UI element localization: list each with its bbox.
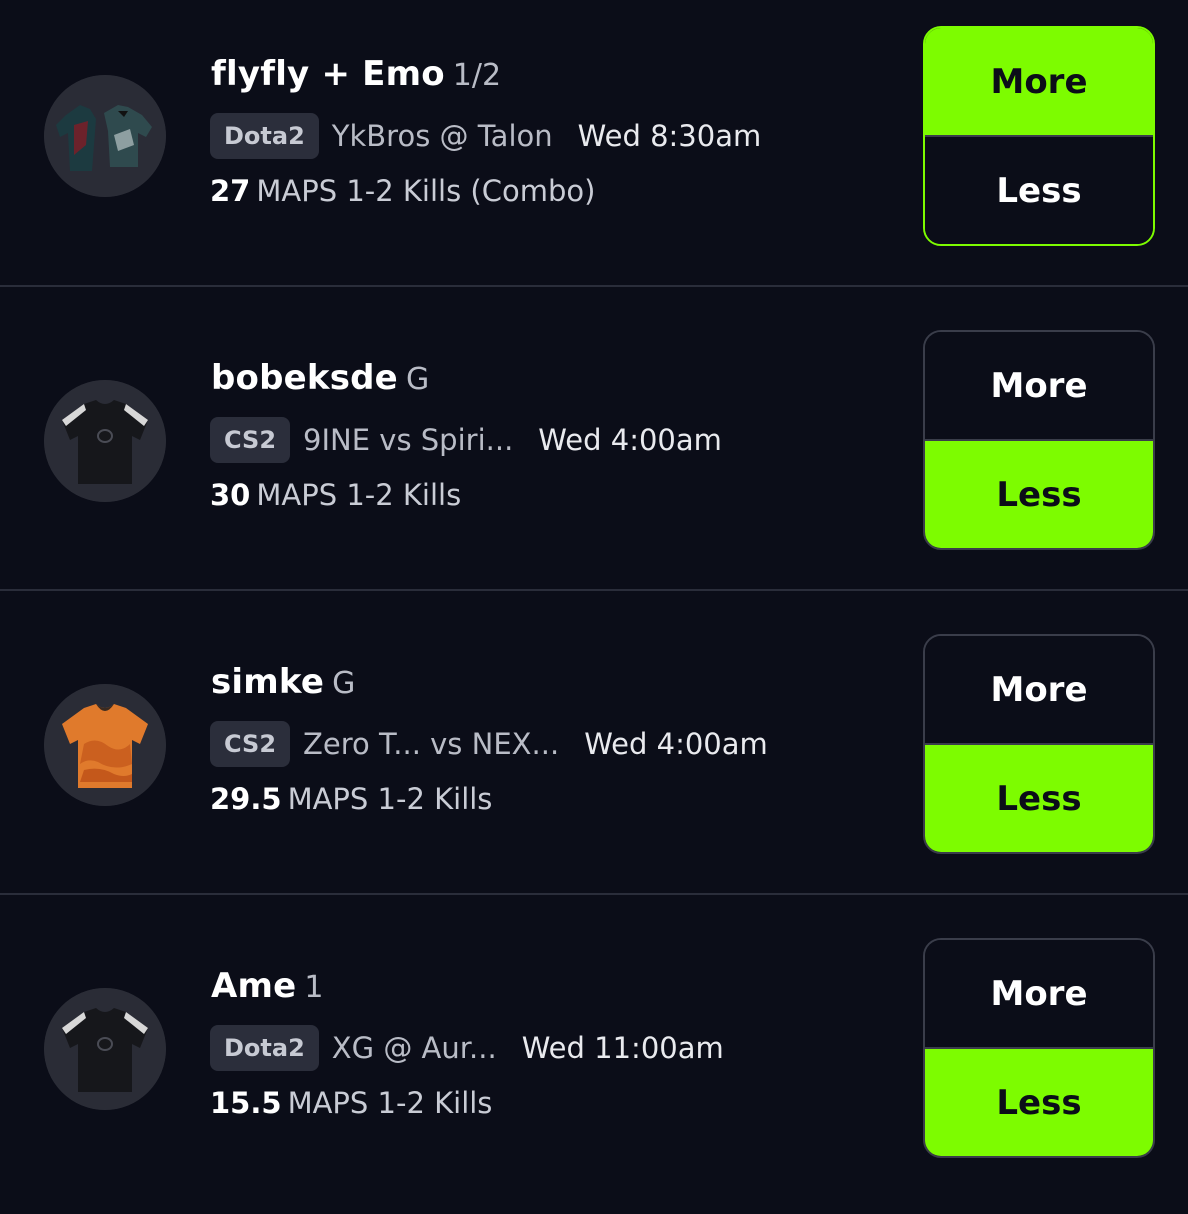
row-divider [0, 589, 1188, 591]
less-button[interactable]: Less [925, 441, 1153, 548]
more-button[interactable]: More [925, 636, 1153, 745]
match-info: Dota2 YkBros @ Talon Wed 8:30am [210, 113, 761, 159]
player-avatar [44, 684, 166, 806]
player-avatar [44, 988, 166, 1110]
projection-line: 30 MAPS 1-2 Kills [210, 478, 461, 512]
stat-type: MAPS 1-2 Kills [256, 478, 462, 512]
pick-card: Ame 1 Dota2 XG @ Aur... Wed 11:00am 15.5 M… [0, 912, 1188, 1214]
more-less-toggle: More Less [923, 938, 1155, 1158]
player-name: flyfly + Emo [211, 54, 445, 94]
row-divider [0, 893, 1188, 895]
player-name: simke [211, 662, 325, 702]
match-info: CS2 9INE vs Spiri... Wed 4:00am [210, 417, 722, 463]
line-value: 27 [210, 174, 251, 208]
more-button[interactable]: More [925, 940, 1153, 1049]
player-name: bobeksde [211, 358, 398, 398]
player-name-line: flyfly + Emo 1/2 [211, 54, 501, 94]
player-name-line: Ame 1 [211, 966, 324, 1006]
line-value: 30 [210, 478, 251, 512]
stat-type: MAPS 1-2 Kills (Combo) [256, 174, 596, 208]
black-jersey-icon [44, 988, 166, 1110]
player-suffix: G [405, 362, 430, 397]
player-avatar [44, 75, 166, 197]
player-suffix: G [332, 666, 356, 701]
less-button[interactable]: Less [925, 745, 1153, 852]
match-time: Wed 11:00am [521, 1031, 724, 1065]
projection-line: 15.5 MAPS 1-2 Kills [210, 1086, 492, 1120]
match-time: Wed 4:00am [538, 423, 722, 457]
matchup-text: XG @ Aur... [331, 1031, 497, 1065]
match-info: CS2 Zero T... vs NEX... Wed 4:00am [210, 721, 768, 767]
line-value: 15.5 [210, 1086, 282, 1120]
pick-card: simke G CS2 Zero T... vs NEX... Wed 4:00a… [0, 608, 1188, 910]
dual-jersey-icon [44, 75, 166, 197]
more-less-toggle: More Less [923, 26, 1155, 246]
black-jersey-icon [44, 380, 166, 502]
game-badge: CS2 [210, 721, 291, 767]
line-value: 29.5 [210, 782, 282, 816]
game-badge: Dota2 [210, 113, 319, 159]
orange-jersey-icon [44, 684, 166, 806]
player-suffix: 1 [304, 970, 324, 1005]
match-info: Dota2 XG @ Aur... Wed 11:00am [210, 1025, 724, 1071]
game-badge: CS2 [210, 417, 291, 463]
match-time: Wed 8:30am [577, 119, 762, 153]
projection-line: 29.5 MAPS 1-2 Kills [210, 782, 492, 816]
picks-list: flyfly + Emo 1/2 Dota2 YkBros @ Talon Wed… [0, 0, 1188, 1200]
stat-type: MAPS 1-2 Kills [287, 1086, 493, 1120]
row-divider [0, 285, 1188, 287]
more-less-toggle: More Less [923, 330, 1155, 550]
more-button[interactable]: More [925, 332, 1153, 441]
pick-card: bobeksde G CS2 9INE vs Spiri... Wed 4:00a… [0, 304, 1188, 606]
matchup-text: 9INE vs Spiri... [303, 423, 514, 457]
more-button[interactable]: More [925, 28, 1153, 137]
player-name-line: bobeksde G [211, 358, 429, 398]
player-name-line: simke G [211, 662, 355, 702]
player-avatar [44, 380, 166, 502]
player-name: Ame [211, 966, 297, 1006]
less-button[interactable]: Less [925, 137, 1153, 244]
less-button[interactable]: Less [925, 1049, 1153, 1156]
matchup-text: Zero T... vs NEX... [303, 727, 560, 761]
matchup-text: YkBros @ Talon [331, 119, 553, 153]
stat-type: MAPS 1-2 Kills [287, 782, 493, 816]
pick-card: flyfly + Emo 1/2 Dota2 YkBros @ Talon Wed… [0, 0, 1188, 302]
player-suffix: 1/2 [452, 58, 502, 93]
projection-line: 27 MAPS 1-2 Kills (Combo) [210, 174, 595, 208]
match-time: Wed 4:00am [584, 727, 768, 761]
more-less-toggle: More Less [923, 634, 1155, 854]
game-badge: Dota2 [210, 1025, 319, 1071]
